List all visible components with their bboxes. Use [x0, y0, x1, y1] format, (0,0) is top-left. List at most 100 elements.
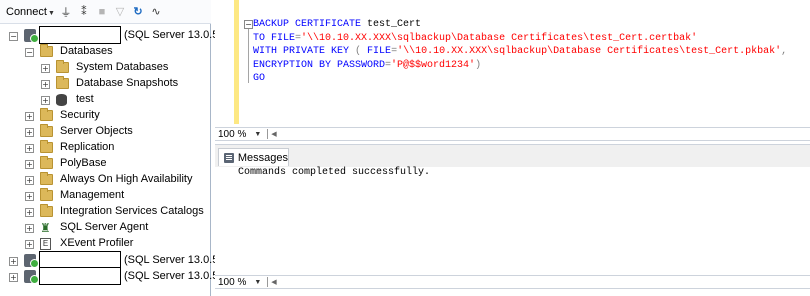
code-line: BACKUP CERTIFICATE test_Cert: [253, 18, 787, 32]
scroll-left-icon[interactable]: ◀: [271, 130, 276, 138]
sql-agent-icon: ♜: [40, 221, 51, 235]
code-token: TO FILE: [253, 32, 296, 44]
results-pane: Messages Commands completed successfully…: [215, 144, 810, 274]
tree-node-label: Databases: [60, 45, 113, 57]
tree-node-management[interactable]: + Management: [0, 188, 211, 204]
code-token: FILE: [367, 46, 392, 57]
tree-node-system-databases[interactable]: + System Databases: [0, 60, 211, 76]
outline-line: [248, 29, 249, 83]
tree-node-label: System Databases: [76, 61, 169, 73]
folder-icon: [40, 108, 53, 121]
tree-node-db-test[interactable]: + test: [0, 92, 211, 108]
tree-node-label: Server Objects: [60, 125, 133, 137]
collapse-icon[interactable]: −: [9, 32, 18, 41]
tab-messages-label: Messages: [237, 151, 288, 164]
expand-icon[interactable]: +: [25, 160, 34, 169]
expand-icon[interactable]: +: [25, 112, 34, 121]
tree-node-label: SQL Server Agent: [60, 221, 149, 233]
code-token: (: [355, 46, 368, 57]
result-message: Commands completed successfully.: [238, 167, 431, 178]
code-token: ): [475, 59, 482, 71]
code-token: '\\10.10.XX.XXX\sqlbackup\Database Certi…: [397, 46, 782, 57]
sql-code[interactable]: BACKUP CERTIFICATE test_Cert TO FILE='\\1…: [253, 18, 787, 86]
filter-icon[interactable]: ▽: [113, 5, 127, 19]
tree-node-label: XEvent Profiler: [60, 237, 134, 249]
connect-plug-icon[interactable]: ⏚: [59, 5, 73, 19]
tree-node-server-objects[interactable]: + Server Objects: [0, 124, 211, 140]
folder-icon: [40, 140, 53, 153]
expand-icon[interactable]: +: [25, 176, 34, 185]
divider: [267, 277, 269, 287]
tree-node-integration-services[interactable]: + Integration Services Catalogs: [0, 204, 211, 220]
expand-icon[interactable]: +: [41, 80, 50, 89]
scroll-left-icon[interactable]: ◀: [271, 278, 276, 286]
divider: [267, 129, 269, 139]
tree-node-security[interactable]: + Security: [0, 108, 211, 124]
folder-icon: [40, 156, 53, 169]
folder-icon: [56, 60, 69, 73]
folder-icon: [40, 204, 53, 217]
expand-icon[interactable]: +: [25, 208, 34, 217]
expand-icon[interactable]: +: [41, 64, 50, 73]
expand-icon[interactable]: +: [25, 240, 34, 249]
tree-node-replication[interactable]: + Replication: [0, 140, 211, 156]
server-icon: [24, 29, 39, 43]
expand-icon[interactable]: +: [9, 273, 18, 282]
collapse-region-icon[interactable]: −: [244, 20, 253, 29]
disconnect-icon[interactable]: ⁑: [77, 5, 91, 19]
code-line: WITH PRIVATE KEY ( FILE='\\10.10.XX.XXX\…: [253, 45, 787, 59]
redacted-server-name: [39, 267, 121, 285]
tree-node-server[interactable]: + (SQL Server 13.0.5233.0: [0, 267, 246, 285]
results-tab-strip: Messages: [215, 145, 810, 167]
xevent-profiler-icon: E: [40, 238, 51, 250]
tree-node-label: test: [76, 93, 94, 105]
tab-messages[interactable]: Messages: [218, 148, 289, 166]
chevron-down-icon[interactable]: ▼: [254, 131, 261, 138]
expand-icon[interactable]: +: [9, 257, 18, 266]
code-token: ,: [781, 46, 788, 57]
tree-node-label: Database Snapshots: [76, 77, 179, 89]
folder-icon: [40, 188, 53, 201]
database-icon: [56, 94, 67, 106]
object-explorer-toolbar: Connect▼ ⏚ ⁑ ■ ▽ ↻ ∿: [0, 0, 211, 24]
code-token: BACKUP CERTIFICATE: [253, 19, 368, 30]
results-zoom-bar: 100 % ▼ ◀: [215, 275, 810, 289]
folder-icon: [40, 172, 53, 185]
code-line: GO: [253, 72, 787, 86]
tree-node-server[interactable]: − (SQL Server 13.0.5233.0: [0, 26, 246, 44]
code-token: test_Cert: [367, 19, 422, 30]
chevron-down-icon[interactable]: ▼: [254, 279, 261, 286]
expand-icon[interactable]: +: [41, 96, 50, 105]
tree-node-label: Management: [60, 189, 125, 201]
tree-node-label: Security: [60, 109, 100, 121]
folder-icon: [40, 124, 53, 137]
object-explorer-panel: Connect▼ ⏚ ⁑ ■ ▽ ↻ ∿ − (SQL Server 13.0.5…: [0, 0, 246, 296]
expand-icon[interactable]: +: [25, 144, 34, 153]
tree-node-xevent-profiler[interactable]: + E XEvent Profiler: [0, 236, 211, 252]
results-zoom-level[interactable]: 100 %: [218, 277, 246, 288]
expand-icon[interactable]: +: [25, 192, 34, 201]
code-token: '\\10.10.XX.XXX\sqlbackup\Database Certi…: [301, 32, 698, 44]
code-token: GO: [253, 73, 266, 84]
tree-node-always-on[interactable]: + Always On High Availability: [0, 172, 211, 188]
connect-button[interactable]: Connect▼: [6, 6, 55, 18]
tree-node-sql-agent[interactable]: + ♜ SQL Server Agent: [0, 220, 211, 236]
code-line: TO FILE='\\10.10.XX.XXX\sqlbackup\Databa…: [253, 32, 787, 46]
messages-icon: [224, 152, 234, 163]
editor-zoom-level[interactable]: 100 %: [218, 129, 246, 140]
code-token: WITH PRIVATE KEY: [253, 46, 356, 57]
tree-node-database-snapshots[interactable]: + Database Snapshots: [0, 76, 211, 92]
query-editor[interactable]: − BACKUP CERTIFICATE test_Cert TO FILE='\…: [215, 0, 810, 127]
tree-node-databases[interactable]: − Databases: [0, 44, 211, 60]
stop-icon[interactable]: ■: [95, 5, 109, 19]
refresh-icon[interactable]: ↻: [131, 5, 145, 19]
collapse-icon[interactable]: −: [25, 48, 34, 57]
expand-icon[interactable]: +: [25, 128, 34, 137]
folder-icon: [40, 44, 53, 57]
expand-icon[interactable]: +: [25, 224, 34, 233]
activity-monitor-icon[interactable]: ∿: [149, 5, 163, 19]
server-icon: [24, 270, 39, 284]
server-icon: [24, 254, 39, 268]
tree-node-label: Integration Services Catalogs: [60, 205, 204, 217]
tree-node-polybase[interactable]: + PolyBase: [0, 156, 211, 172]
